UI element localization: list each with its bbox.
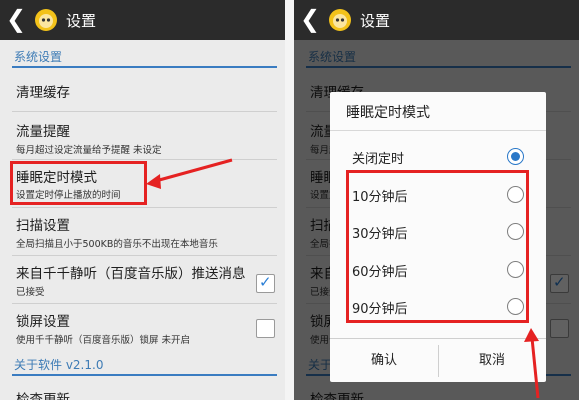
annotation-arrow-icon [524, 328, 540, 399]
panel-gap [285, 0, 294, 400]
annotation-arrow-icon [146, 158, 233, 189]
settings-screen-left: ❮ 设置 系统设置 清理缓存 流量提醒 每月超过设定流量给予提醒 未设定 睡眠定… [0, 0, 285, 400]
settings-screen-right: ❮ 设置 系统设置 清理缓存 流量提醒 每月超过设定流量给予提醒 未设定 睡眠定… [294, 0, 579, 400]
